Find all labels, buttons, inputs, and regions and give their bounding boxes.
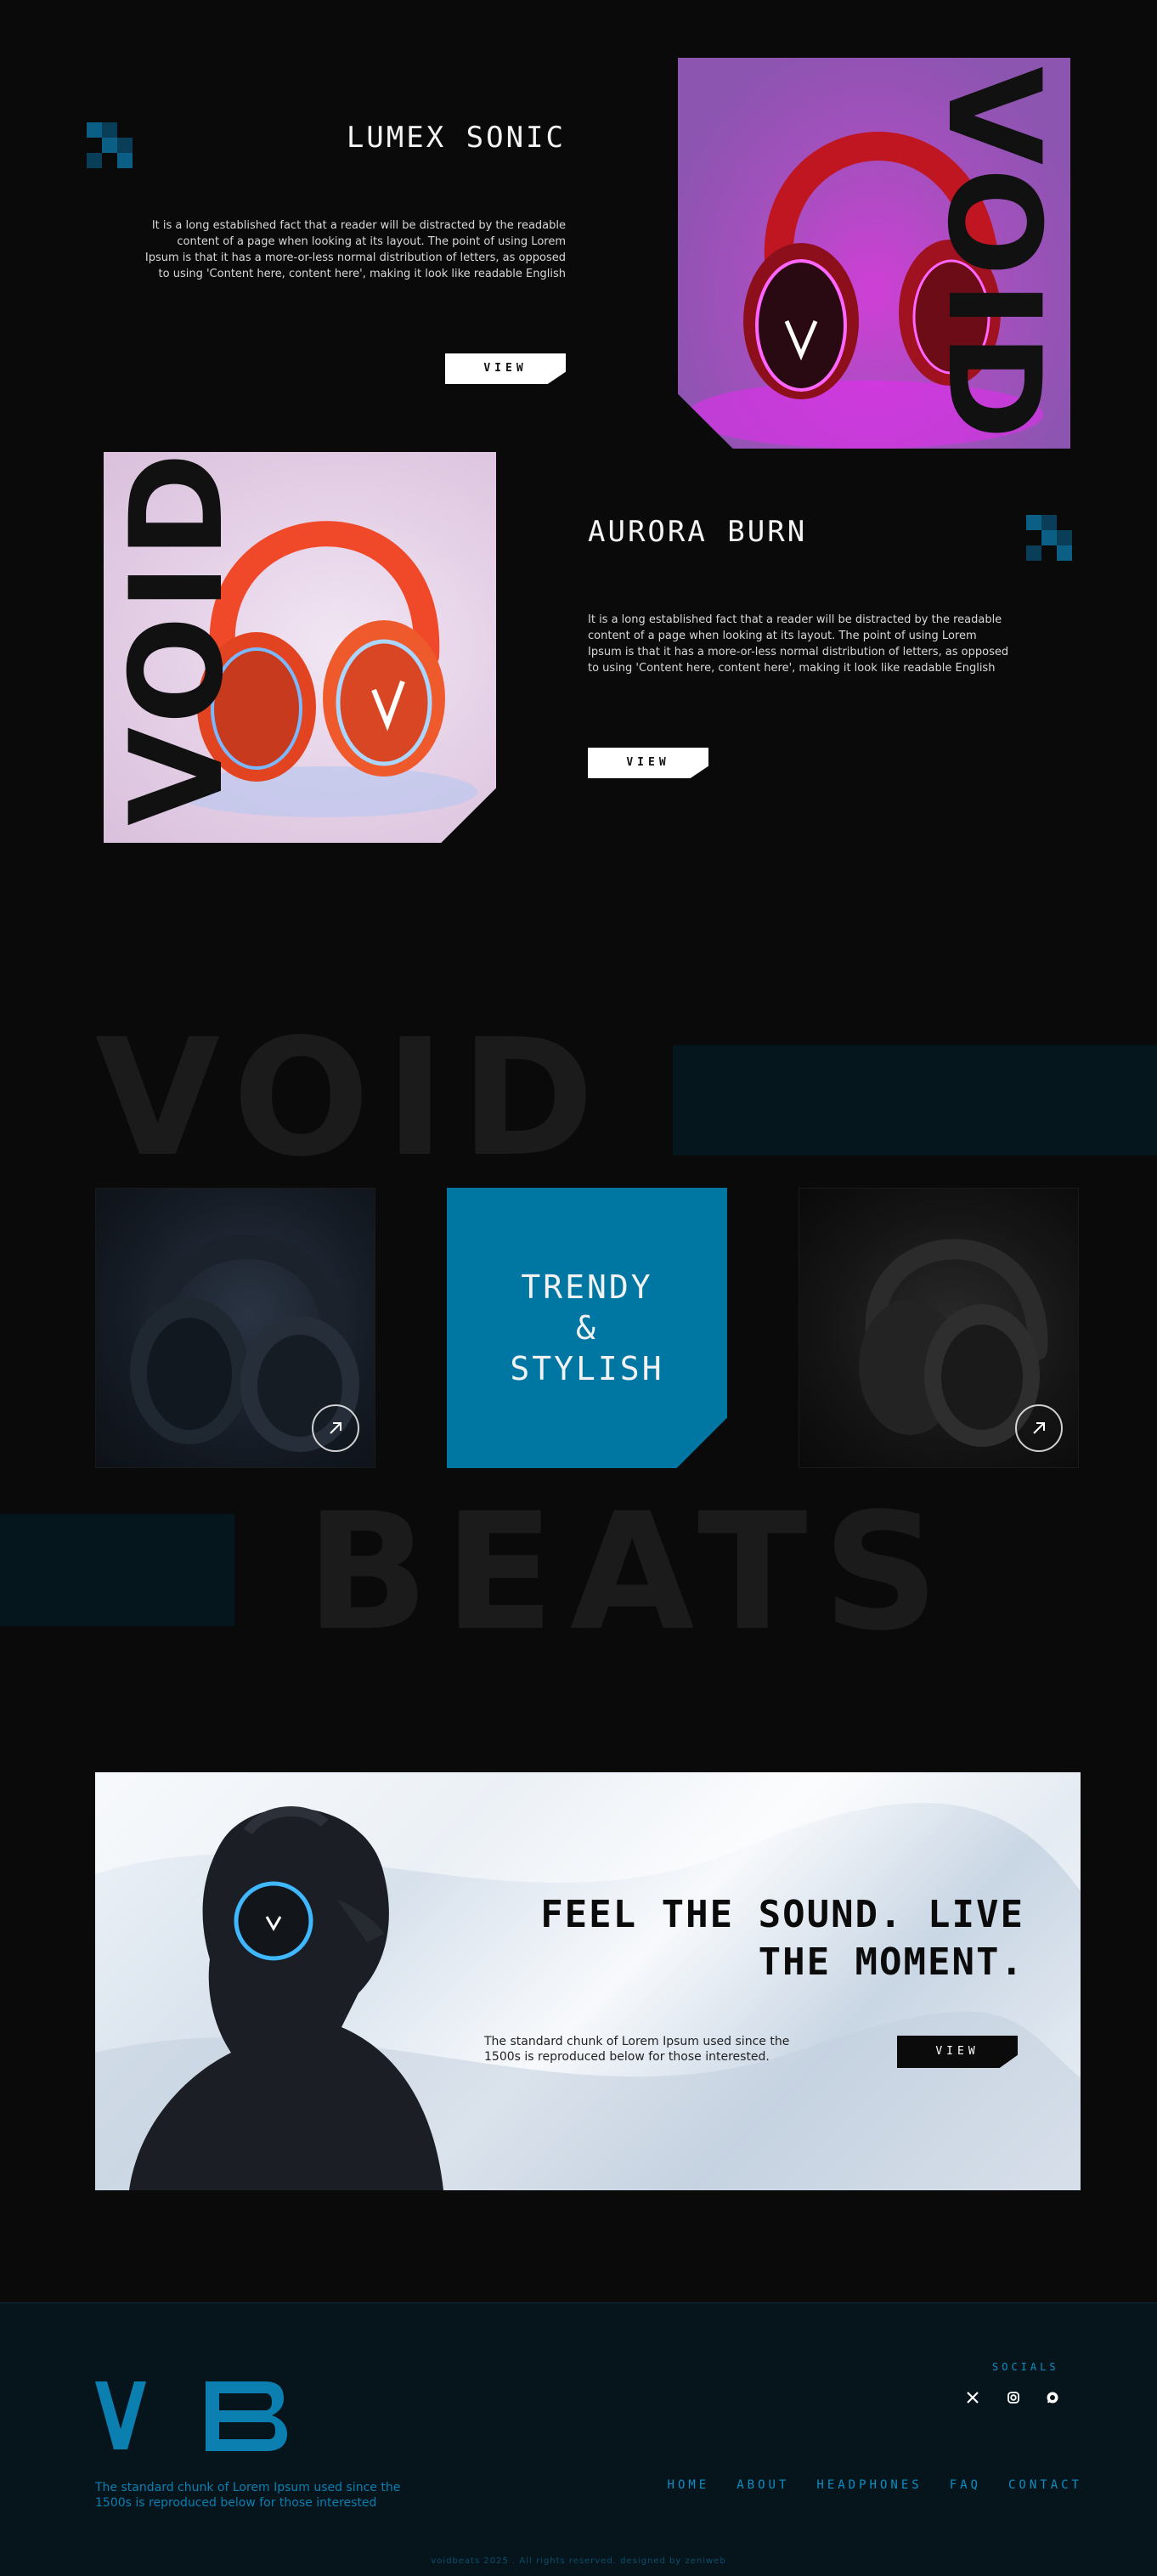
footer: VB The standard chunk of Lorem Ipsum use… — [0, 2302, 1157, 2576]
teal-strip-decoration — [673, 1045, 1157, 1155]
arrow-up-right-icon — [1033, 1422, 1045, 1434]
logo-text: VB — [95, 2378, 97, 2379]
product-card-dark-blue[interactable] — [95, 1188, 375, 1468]
void-background-word: VOID — [95, 1004, 610, 1192]
nav-about[interactable]: ABOUT — [737, 2478, 789, 2492]
x-icon[interactable] — [963, 2388, 982, 2407]
banner-headline-line2: THE MOMENT. — [758, 1940, 1024, 1984]
pixel-logo-icon — [1026, 515, 1072, 561]
nav-contact[interactable]: CONTACT — [1008, 2478, 1082, 2492]
arrow-up-right-button[interactable] — [312, 1404, 359, 1452]
trendy-line: TRENDY — [521, 1268, 653, 1306]
void-vertical-text: VOID — [919, 66, 1067, 445]
footer-tagline: The standard chunk of Lorem Ipsum used s… — [95, 2481, 401, 2510]
nav-headphones[interactable]: HEADPHONES — [816, 2478, 922, 2492]
product-description: It is a long established fact that a rea… — [144, 219, 566, 280]
hero-banner: FEEL THE SOUND. LIVE THE MOMENT. The sta… — [95, 1772, 1081, 2190]
product-title-aurora-burn: AURORA BURN — [588, 515, 808, 549]
arrow-up-right-icon — [330, 1422, 341, 1434]
nav-home[interactable]: HOME — [668, 2478, 710, 2492]
banner-view-button[interactable]: VIEW — [897, 2036, 1018, 2068]
socials-label: SOCIALS — [992, 2361, 1059, 2373]
copyright-text: voidbeats 2025 . All rights reserved. de… — [431, 2556, 726, 2566]
arrow-up-right-button[interactable] — [1015, 1404, 1063, 1452]
aurora-burn-image: VOID — [104, 452, 496, 843]
lumex-sonic-image: VOID — [678, 58, 1070, 449]
whatsapp-icon[interactable] — [1043, 2388, 1062, 2407]
product-description: It is a long established fact that a rea… — [588, 613, 1009, 675]
product-title-lumex-sonic: LUMEX SONIC — [346, 121, 566, 155]
nav-faq[interactable]: FAQ — [950, 2478, 981, 2492]
teal-strip-decoration — [0, 1514, 234, 1626]
beats-background-word: BEATS — [306, 1478, 955, 1666]
banner-description: The standard chunk of Lorem Ipsum used s… — [484, 2035, 790, 2064]
void-vertical-text: VOID — [104, 452, 251, 826]
product-card-black[interactable] — [799, 1188, 1079, 1468]
stylish-line: STYLISH — [510, 1350, 664, 1387]
footer-nav: HOME ABOUT HEADPHONES FAQ CONTACT — [668, 2478, 1082, 2492]
trendy-stylish-card: TRENDY & STYLISH — [447, 1188, 727, 1468]
ampersand-line: & — [576, 1309, 598, 1347]
pixel-logo-icon — [87, 122, 133, 168]
instagram-icon[interactable] — [1004, 2388, 1023, 2407]
woman-with-headphones-image — [129, 1806, 443, 2190]
aurora-view-button[interactable]: VIEW — [588, 748, 708, 778]
banner-headline-line1: FEEL THE SOUND. LIVE — [540, 1893, 1024, 1936]
vb-logo: VB — [95, 2378, 287, 2451]
lumex-view-button[interactable]: VIEW — [445, 353, 566, 384]
